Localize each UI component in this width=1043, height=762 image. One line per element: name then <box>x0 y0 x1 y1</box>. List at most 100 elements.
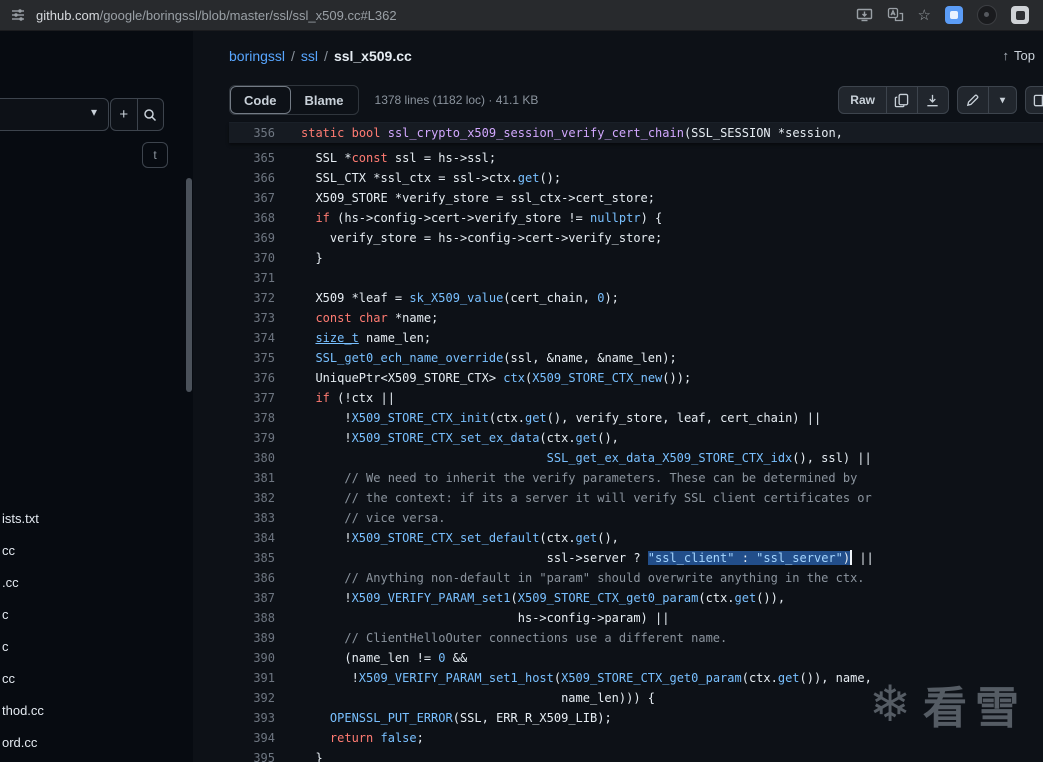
line-number[interactable]: 386 <box>229 568 275 588</box>
code-line-content[interactable]: if (hs->config->cert->verify_store != nu… <box>275 208 662 228</box>
code-line-content[interactable]: (name_len != 0 && <box>275 648 467 668</box>
file-tree-item[interactable]: thod.cc <box>0 695 183 727</box>
edit-dropdown-button[interactable]: ▾ <box>987 87 1016 113</box>
download-button[interactable] <box>916 87 948 113</box>
line-number[interactable]: 385 <box>229 548 275 568</box>
code-line-content[interactable]: // We need to inherit the verify paramet… <box>275 468 857 488</box>
line-number[interactable]: 383 <box>229 508 275 528</box>
save-to-device-icon[interactable] <box>856 7 873 23</box>
code-line-content[interactable]: } <box>275 748 322 762</box>
line-number[interactable]: 382 <box>229 488 275 508</box>
code-line-content[interactable]: hs->config->param) || <box>275 608 670 628</box>
code-line-content[interactable]: static bool ssl_crypto_x509_session_veri… <box>275 123 843 143</box>
line-number[interactable]: 366 <box>229 168 275 188</box>
file-tree-item[interactable]: c <box>0 631 183 663</box>
raw-button[interactable]: Raw <box>839 87 886 113</box>
search-button[interactable] <box>136 99 164 130</box>
file-tree-item[interactable]: c <box>0 599 183 631</box>
line-number[interactable]: 389 <box>229 628 275 648</box>
code-line-content[interactable]: OPENSSL_PUT_ERROR(SSL, ERR_R_X509_LIB); <box>275 708 612 728</box>
line-number[interactable]: 387 <box>229 588 275 608</box>
line-number[interactable]: 380 <box>229 448 275 468</box>
back-to-top-link[interactable]: ↑ Top <box>1003 48 1035 63</box>
line-number[interactable]: 393 <box>229 708 275 728</box>
code-line-content[interactable]: // vice versa. <box>275 508 445 528</box>
line-number[interactable]: 395 <box>229 748 275 762</box>
file-actions: Raw ▾ <box>838 86 1043 114</box>
code-line-content[interactable]: X509_STORE *verify_store = ssl_ctx->cert… <box>275 188 655 208</box>
file-tree-item[interactable]: .cc <box>0 567 183 599</box>
line-number[interactable]: 374 <box>229 328 275 348</box>
site-settings-icon[interactable] <box>10 7 26 23</box>
browser-extension-icon-blue[interactable] <box>945 6 963 24</box>
copy-button[interactable] <box>885 87 917 113</box>
code-line-content[interactable]: !X509_VERIFY_PARAM_set1_host(X509_STORE_… <box>275 668 872 688</box>
code-line-content[interactable]: SSL_CTX *ssl_ctx = ssl->ctx.get(); <box>275 168 561 188</box>
browser-extension-icon-light[interactable] <box>1011 6 1029 24</box>
line-number[interactable]: 375 <box>229 348 275 368</box>
line-number[interactable]: 394 <box>229 728 275 748</box>
code-line-content[interactable]: const char *name; <box>275 308 438 328</box>
line-number[interactable]: 368 <box>229 208 275 228</box>
line-number[interactable]: 384 <box>229 528 275 548</box>
line-number[interactable]: 392 <box>229 688 275 708</box>
line-number[interactable]: 369 <box>229 228 275 248</box>
line-number[interactable]: 381 <box>229 468 275 488</box>
code-line-content[interactable]: // Anything non-default in "param" shoul… <box>275 568 864 588</box>
symbols-panel-button[interactable] <box>1025 86 1043 114</box>
file-tree-item[interactable]: cc <box>0 535 183 567</box>
code-line-content[interactable]: !X509_STORE_CTX_init(ctx.get(), verify_s… <box>275 408 821 428</box>
breadcrumb-dir-link[interactable]: ssl <box>301 48 318 64</box>
line-number[interactable]: 367 <box>229 188 275 208</box>
file-tree-item[interactable]: cc <box>0 663 183 695</box>
code-line-content[interactable]: // ClientHelloOuter connections use a di… <box>275 628 727 648</box>
line-number[interactable]: 365 <box>229 148 275 168</box>
branch-selector[interactable]: ▾ <box>0 98 109 131</box>
code-line-content[interactable]: SSL_get_ex_data_X509_STORE_CTX_idx(), ss… <box>275 448 872 468</box>
code-line-content[interactable]: ssl->server ? "ssl_client" : "ssl_server… <box>275 548 874 568</box>
code-line-content[interactable]: !X509_STORE_CTX_set_default(ctx.get(), <box>275 528 619 548</box>
line-number[interactable]: 388 <box>229 608 275 628</box>
browser-profile-icon[interactable] <box>977 5 997 25</box>
edit-button[interactable] <box>958 87 988 113</box>
line-number[interactable]: 391 <box>229 668 275 688</box>
translate-icon[interactable] <box>887 7 904 23</box>
tab-code[interactable]: Code <box>230 86 291 114</box>
bookmark-star-icon[interactable]: ☆ <box>918 8 931 23</box>
file-tree-item[interactable]: ord.cc <box>0 727 183 759</box>
tab-blame[interactable]: Blame <box>291 86 358 114</box>
code-line-content[interactable]: if (!ctx || <box>275 388 394 408</box>
code-line-content[interactable]: UniquePtr<X509_STORE_CTX> ctx(X509_STORE… <box>275 368 691 388</box>
code-line: 386 // Anything non-default in "param" s… <box>229 568 1043 588</box>
tree-actions-group: + <box>110 98 164 131</box>
add-file-button[interactable]: + <box>111 99 137 130</box>
line-number[interactable]: 371 <box>229 268 275 288</box>
sidebar-scrollbar-thumb[interactable] <box>186 178 192 392</box>
code-line-content[interactable]: X509 *leaf = sk_X509_value(cert_chain, 0… <box>275 288 618 308</box>
code-line-content[interactable]: name_len))) { <box>275 688 655 708</box>
code-line-content[interactable]: } <box>275 248 322 268</box>
breadcrumb-repo-link[interactable]: boringssl <box>229 48 285 64</box>
code-line-content[interactable]: return false; <box>275 728 424 748</box>
line-number[interactable]: 370 <box>229 248 275 268</box>
line-number[interactable]: 379 <box>229 428 275 448</box>
code-line-content[interactable]: !X509_VERIFY_PARAM_set1(X509_STORE_CTX_g… <box>275 588 785 608</box>
code-line-content[interactable]: verify_store = hs->config->cert->verify_… <box>275 228 662 248</box>
url-text[interactable]: github.com/google/boringssl/blob/master/… <box>36 8 397 23</box>
code-line-content[interactable]: size_t name_len; <box>275 328 431 348</box>
code-line-content[interactable]: // the context: if its a server it will … <box>275 488 871 508</box>
code-line-content[interactable]: SSL_get0_ech_name_override(ssl, &name, &… <box>275 348 676 368</box>
code-line-content[interactable]: !X509_STORE_CTX_set_ex_data(ctx.get(), <box>275 428 619 448</box>
code-line-content[interactable]: SSL *const ssl = hs->ssl; <box>275 148 496 168</box>
line-number[interactable]: 372 <box>229 288 275 308</box>
line-number[interactable]: 377 <box>229 388 275 408</box>
code-line: 390 (name_len != 0 && <box>229 648 1043 668</box>
code-line-content[interactable] <box>275 268 301 288</box>
line-number[interactable]: 378 <box>229 408 275 428</box>
line-number[interactable]: 356 <box>229 123 275 143</box>
file-tree-item[interactable]: ists.txt <box>0 503 183 535</box>
line-number[interactable]: 373 <box>229 308 275 328</box>
line-number[interactable]: 390 <box>229 648 275 668</box>
line-number[interactable]: 376 <box>229 368 275 388</box>
pencil-icon <box>967 94 979 106</box>
